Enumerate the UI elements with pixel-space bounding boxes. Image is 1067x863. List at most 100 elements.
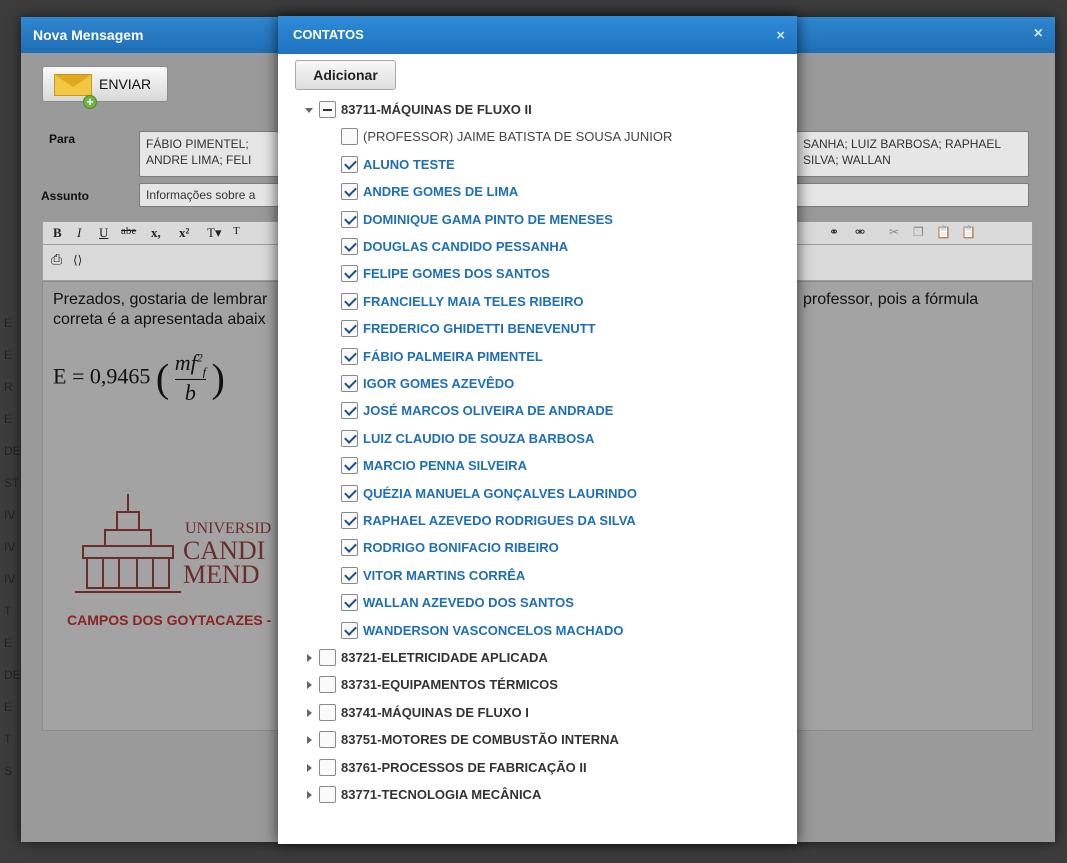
background-row-label: S [4, 764, 13, 778]
contact-item[interactable]: FELIPE GOMES DOS SANTOS [341, 260, 550, 287]
send-button[interactable]: ENVIAR [42, 66, 168, 102]
contact-label: ALUNO TESTE [363, 157, 455, 172]
contact-group[interactable]: 83721-ELETRICIDADE APLICADA [305, 644, 548, 671]
unlink-icon[interactable]: ⚮ [855, 225, 865, 240]
subject-field[interactable]: Informações sobre a [139, 183, 279, 207]
print-icon[interactable]: ⎙ [51, 253, 62, 269]
checkbox[interactable] [341, 402, 358, 419]
italic-button[interactable]: I [77, 225, 81, 241]
expand-arrow-icon[interactable] [305, 653, 313, 662]
to-field[interactable]: FÁBIO PIMENTEL; ANDRE LIMA; FELI [139, 131, 279, 177]
superscript-button[interactable]: x² [179, 225, 189, 241]
checkbox[interactable] [341, 238, 358, 255]
checkbox[interactable] [319, 786, 336, 803]
contact-item[interactable]: FÁBIO PALMEIRA PIMENTEL [341, 343, 543, 370]
background-row-label: T [4, 732, 12, 746]
paste-text-icon[interactable]: 📋 [961, 225, 976, 240]
checkbox[interactable] [341, 156, 358, 173]
contact-item[interactable]: WANDERSON VASCONCELOS MACHADO [341, 617, 624, 644]
contact-item[interactable]: DOUGLAS CANDIDO PESSANHA [341, 233, 568, 260]
contact-item[interactable]: FRANCIELLY MAIA TELES RIBEIRO [341, 288, 584, 315]
contact-item[interactable]: WALLAN AZEVEDO DOS SANTOS [341, 589, 574, 616]
subscript-button[interactable]: x, [151, 225, 161, 241]
checkbox[interactable] [341, 430, 358, 447]
checkbox[interactable] [341, 512, 358, 529]
checkbox[interactable] [341, 211, 358, 228]
checkbox[interactable] [341, 567, 358, 584]
contact-item[interactable]: VITOR MARTINS CORRÊA [341, 562, 525, 589]
background-row-label: R [4, 380, 13, 394]
checkbox[interactable] [319, 649, 336, 666]
collapse-arrow-icon[interactable] [305, 106, 313, 114]
expand-arrow-icon[interactable] [305, 790, 313, 799]
contact-group[interactable]: 83751-MOTORES DE COMBUSTÃO INTERNA [305, 726, 619, 753]
copy-icon[interactable]: ❐ [913, 225, 924, 240]
format-button[interactable]: T▾ [207, 225, 221, 241]
checkbox[interactable] [341, 594, 358, 611]
add-button[interactable]: Adicionar [295, 60, 396, 90]
contact-item[interactable]: RODRIGO BONIFACIO RIBEIRO [341, 534, 559, 561]
contact-item[interactable]: JOSÉ MARCOS OLIVEIRA DE ANDRADE [341, 397, 613, 424]
checkbox[interactable] [341, 265, 358, 282]
link-icon[interactable]: ⚭ [829, 225, 839, 240]
add-recipient-icon[interactable]: + [83, 95, 97, 109]
checkbox[interactable] [341, 320, 358, 337]
contact-group[interactable]: 83761-PROCESSOS DE FABRICAÇÃO II [305, 754, 587, 781]
contacts-close-icon[interactable]: × [776, 27, 785, 44]
checkbox[interactable] [319, 731, 336, 748]
contact-label: LUIZ CLAUDIO DE SOUZA BARBOSA [363, 431, 595, 446]
checkbox[interactable] [319, 101, 336, 118]
checkbox[interactable] [341, 457, 358, 474]
contact-group[interactable]: 83741-MÁQUINAS DE FLUXO I [305, 699, 529, 726]
contact-item[interactable]: ALUNO TESTE [341, 151, 455, 178]
compose-close-icon[interactable]: × [1034, 25, 1043, 43]
checkbox[interactable] [341, 293, 358, 310]
underline-button[interactable]: U [99, 225, 108, 241]
expand-arrow-icon[interactable] [305, 708, 313, 717]
bold-button[interactable]: B [53, 225, 62, 241]
checkbox[interactable] [341, 622, 358, 639]
expand-arrow-icon[interactable] [305, 763, 313, 772]
contact-item[interactable]: LUIZ CLAUDIO DE SOUZA BARBOSA [341, 425, 594, 452]
format-small-button[interactable]: T [233, 225, 240, 237]
strike-button[interactable]: abe [121, 225, 136, 237]
contact-group[interactable]: 83731-EQUIPAMENTOS TÉRMICOS [305, 671, 558, 698]
checkbox[interactable] [341, 375, 358, 392]
contacts-title: CONTATOS [278, 16, 797, 54]
contact-item[interactable]: ANDRE GOMES DE LIMA [341, 178, 518, 205]
cut-icon[interactable]: ✂ [889, 225, 899, 240]
group-label: 83771-TECNOLOGIA MECÂNICA [341, 787, 542, 802]
formula: E = 0,9465 ( mf2f b ) [53, 350, 225, 406]
checkbox[interactable] [319, 676, 336, 693]
contact-group[interactable]: 83711-MÁQUINAS DE FLUXO II [305, 96, 532, 123]
checkbox[interactable] [341, 128, 358, 145]
contact-item[interactable]: MARCIO PENNA SILVEIRA [341, 452, 527, 479]
contact-item[interactable]: FREDERICO GHIDETTI BENEVENUTT [341, 315, 596, 342]
contact-group[interactable]: 83771-TECNOLOGIA MECÂNICA [305, 781, 541, 808]
expand-arrow-icon[interactable] [305, 735, 313, 744]
contact-item[interactable]: IGOR GOMES AZEVÊDO [341, 370, 514, 397]
checkbox[interactable] [341, 348, 358, 365]
background-row-label: E [4, 700, 13, 714]
expand-arrow-icon[interactable] [305, 680, 313, 689]
subject-field-right[interactable] [796, 183, 1029, 207]
contact-label: WANDERSON VASCONCELOS MACHADO [363, 623, 624, 638]
paste-icon[interactable]: 📋 [936, 225, 951, 240]
checkbox[interactable] [341, 485, 358, 502]
subject-label: Assunto [41, 189, 89, 203]
contact-item[interactable]: QUÉZIA MANUELA GONÇALVES LAURINDO [341, 480, 637, 507]
contact-item[interactable]: DOMINIQUE GAMA PINTO DE MENESES [341, 206, 613, 233]
contact-item[interactable]: RAPHAEL AZEVEDO RODRIGUES DA SILVA [341, 507, 636, 534]
checkbox[interactable] [341, 183, 358, 200]
formula-numerator: mf2f [174, 350, 207, 381]
checkbox[interactable] [319, 704, 336, 721]
checkbox[interactable] [341, 539, 358, 556]
to-field-right[interactable]: SANHA; LUIZ BARBOSA; RAPHAEL SILVA; WALL… [796, 131, 1029, 177]
contact-item[interactable]: (PROFESSOR) JAIME BATISTA DE SOUSA JUNIO… [341, 123, 672, 150]
source-icon[interactable]: ⟨⟩ [73, 253, 82, 268]
building-icon [75, 494, 181, 593]
background-row-label: DE [4, 668, 21, 682]
checkbox[interactable] [319, 759, 336, 776]
formula-bracket: ( [155, 355, 170, 401]
send-label: ENVIAR [99, 76, 152, 92]
